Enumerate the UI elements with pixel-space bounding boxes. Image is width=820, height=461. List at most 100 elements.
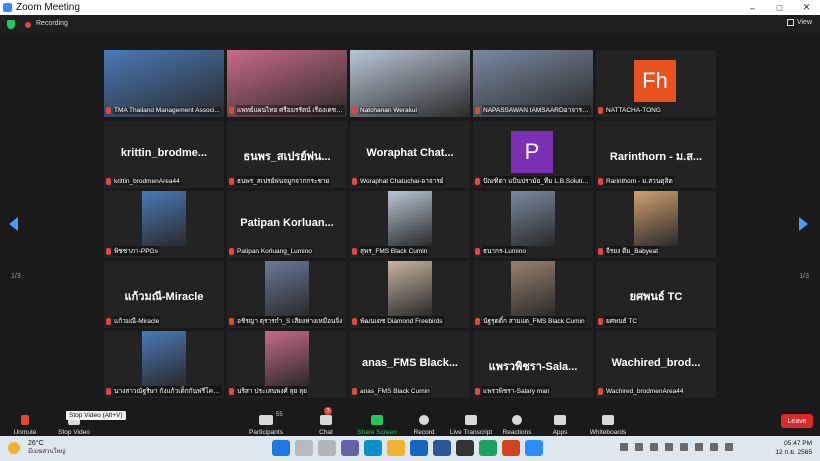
mic-muted-icon [229,177,234,185]
participant-tile[interactable]: ธนากร-Lumino [473,191,593,258]
cloud-icon[interactable] [635,443,643,451]
participant-tile[interactable]: นริสา ประเสนพงศ์ ลุย ลุย [227,331,347,398]
participant-name: krittin_brodmenArea44 [113,177,181,185]
next-page-arrow[interactable] [799,217,811,237]
participant-tile[interactable]: ธนพร_สเปรย์พ่น... ธนพร_สเปรย์พ่นจมูกจากกร… [227,121,347,188]
system-tray [620,443,733,451]
participant-name-label: Natchanan Werakul [352,105,468,115]
teams-icon[interactable] [341,440,359,456]
weather-icon[interactable] [8,442,20,454]
powerpoint-icon[interactable] [502,440,520,456]
page-indicator-left: 1/3 [11,273,21,280]
participant-tile[interactable]: Wachired_brod... Wachired_brodmenArea44 [596,331,716,398]
participant-name-label: TMA Thailand Management Associ... [106,105,222,115]
participant-name: ยศพนธ์ TC [605,316,639,326]
participant-tile[interactable]: P ปัณฑิตา แป้นปรามัย_ทีม L.B.Solution ... [473,121,593,188]
mic-muted-icon [475,387,480,395]
participant-tile[interactable]: อชิรญา ตุรารกำ_S เสียงห่างเหมือนจิ่ง [227,261,347,328]
notification-icon[interactable] [725,443,733,451]
participant-name: แพทย์แผนไทย ศรีอมรรัตน์ เรืองเดช ผล... [236,105,345,115]
participant-name: ธนากร-Lumino [482,246,527,256]
weather-widget[interactable]: 26°C มีเมฆส่วนใหญ่ [28,439,66,457]
participant-tile[interactable]: แพทย์แผนไทย ศรีอมรรัตน์ เรืองเดช ผล... [227,50,347,117]
participants-button[interactable]: Participants [238,408,294,436]
title-bar: Zoom Meeting – □ ✕ [0,0,820,15]
task-view-icon[interactable] [318,440,336,456]
right-arrow-icon [799,217,808,231]
recording-label: Recording [36,20,68,27]
previous-page-arrow[interactable] [9,217,21,237]
mic-muted-icon [106,106,111,114]
cc-icon [465,415,477,425]
store-icon[interactable] [456,440,474,456]
participant-tile[interactable]: NAPASSAWAN IAMSAARDอาจารย์... [473,50,593,117]
participant-tile[interactable]: แพรวพิชรา-Sala... แพรวพิชรา-Salary man [473,331,593,398]
mic-muted-icon [229,247,234,255]
participant-name-label: Woraphat Chatuchai-อาจารย์ [352,176,468,186]
edge-icon[interactable] [364,440,382,456]
battery-icon[interactable] [680,443,688,451]
mail-icon[interactable] [410,440,428,456]
grid-view-icon [786,19,794,26]
view-button[interactable]: View [786,19,812,26]
participant-tile[interactable]: Patipan Korluan... Patipan Korluang_Lumin… [227,191,347,258]
meeting-toolbar: Unmute Stop Video Participants 55 3 Chat… [0,405,820,436]
participant-video [142,191,186,246]
clock-date: 12 ก.ย. 2565 [775,449,812,456]
leave-button[interactable]: Leave [781,414,813,428]
participant-tile[interactable]: anas_FMS Black... anas_FMS Black Cumin [350,331,470,398]
maximize-button[interactable]: □ [766,0,793,15]
participant-tile[interactable]: Rarinthorn - ม.ส... Rarinthorn - ม.สวนดุส… [596,121,716,188]
participant-name: Woraphat Chatuchai-อาจารย์ [359,176,445,186]
participant-tile[interactable]: นัฐรุตติ์ก สามแด_FMS Black Cumin [473,261,593,328]
participant-name: ปัณฑิตา แป้นปรามัย_ทีม L.B.Solution ... [482,176,591,186]
dropbox-icon[interactable] [650,443,658,451]
wifi-icon[interactable] [695,443,703,451]
participant-tile[interactable]: สุพร_FMS Black Cumin [350,191,470,258]
participant-video [388,191,432,246]
mic-muted-icon [229,106,234,114]
mic-muted-icon [475,317,480,325]
participant-tile[interactable]: พิชชาภา-PPGs [104,191,224,258]
participant-tile[interactable]: พัฒนเดช Diamond Freebirds [350,261,470,328]
view-label: View [796,19,812,26]
participant-name: สุพร_FMS Black Cumin [359,246,429,256]
minimize-button[interactable]: – [739,0,766,15]
participant-tile[interactable]: ยศพนธ์ TC ยศพนธ์ TC [596,261,716,328]
participant-tile[interactable]: จีรยง ดีม_Babyeat [596,191,716,258]
security-shield-icon[interactable] [7,20,15,29]
word-icon[interactable] [433,440,451,456]
start-icon[interactable] [272,440,290,456]
participant-tile[interactable]: Natchanan Werakul [350,50,470,117]
chat-icon [320,415,332,425]
chat-button[interactable]: 3 Chat [298,407,354,436]
participant-tile[interactable]: krittin_brodme... krittin_brodmenArea44 [104,121,224,188]
participant-video [265,331,309,386]
recording-icon [25,22,31,28]
mic-muted-icon [352,177,357,185]
zoom-taskbar-icon[interactable] [525,440,543,456]
participant-name-label: Patipan Korluang_Lumino [229,246,345,256]
whiteboards-button[interactable]: Whiteboards [580,408,636,436]
participant-display-name: แก้วมณี-Miracle [124,291,204,303]
whiteboard-icon [602,415,614,425]
participant-video [388,261,432,316]
participant-tile[interactable]: Woraphat Chat... Woraphat Chatuchai-อาจาร… [350,121,470,188]
mic-muted-icon [475,247,480,255]
participant-tile[interactable]: TMA Thailand Management Associ... [104,50,224,117]
windows-taskbar: 26°C มีเมฆส่วนใหญ่ 05:47 PM 12 ก.ย. 2565 [0,436,820,461]
volume-icon[interactable] [710,443,718,451]
chrome-icon[interactable] [479,440,497,456]
participant-video [511,261,555,316]
participant-tile[interactable]: Fh NATTACHA-TONG [596,50,716,117]
participant-name-label: พัฒนเดช Diamond Freebirds [352,316,468,326]
participant-tile[interactable]: นางสาวณัฐริษา กังแก้วเด็กกันฟรีโคเนอ... [104,331,224,398]
search-icon[interactable] [295,440,313,456]
language-icon[interactable] [665,443,673,451]
page-indicator-right: 1/3 [799,273,809,280]
chevron-up-icon[interactable] [620,443,628,451]
file-explorer-icon[interactable] [387,440,405,456]
participant-tile[interactable]: แก้วมณี-Miracle แก้วมณี-Miracle [104,261,224,328]
clock[interactable]: 05:47 PM 12 ก.ย. 2565 [775,439,812,457]
close-button[interactable]: ✕ [793,0,820,15]
